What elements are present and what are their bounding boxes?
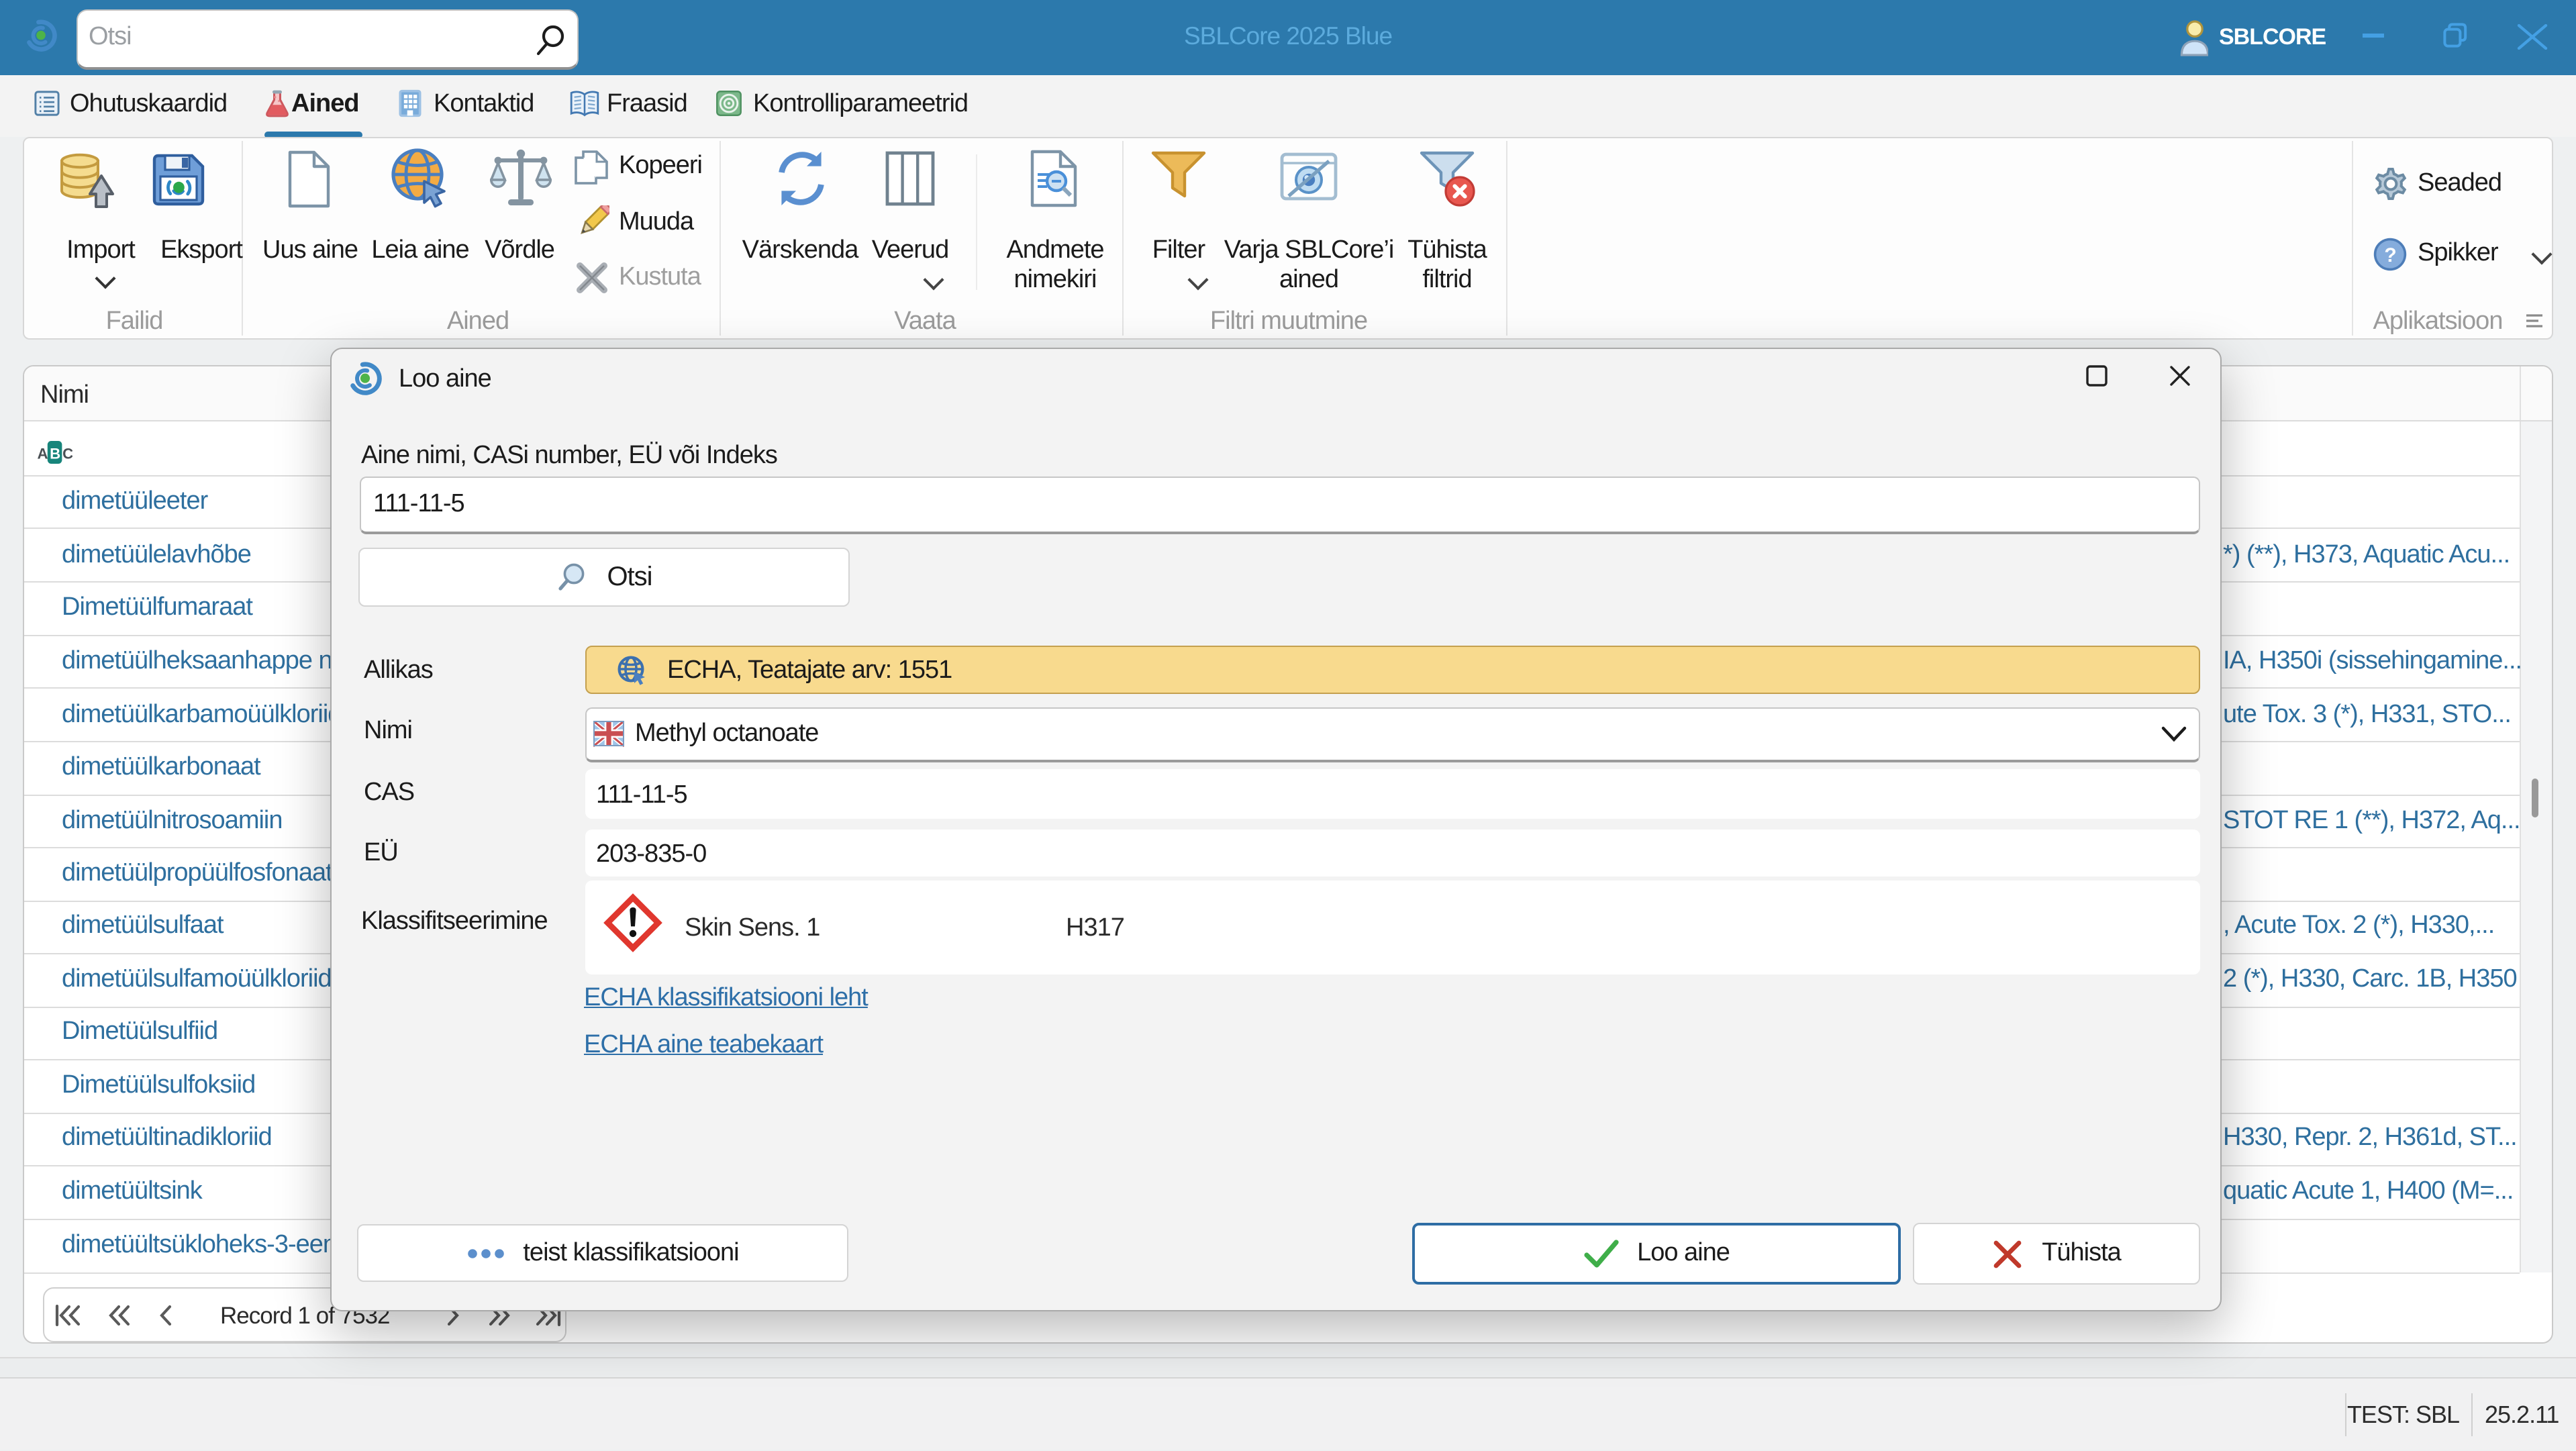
svg-text:A: A: [38, 446, 48, 462]
svg-text:?: ?: [2384, 244, 2395, 266]
svg-text:B: B: [50, 446, 60, 462]
svg-text:C: C: [62, 446, 72, 462]
